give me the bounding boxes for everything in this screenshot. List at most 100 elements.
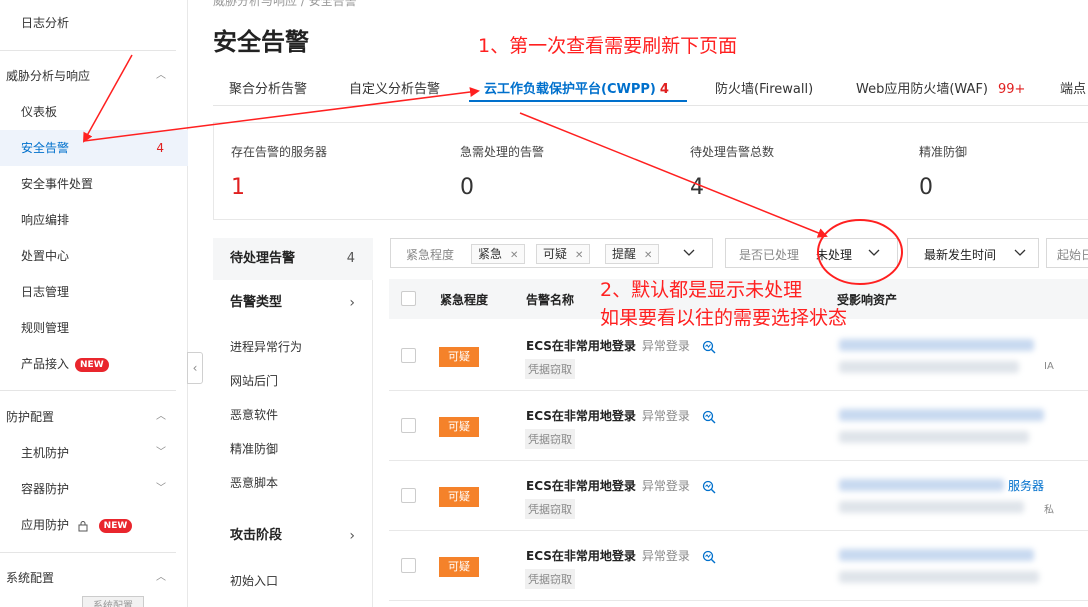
filter-type-item[interactable]: 网站后门 <box>230 372 278 389</box>
filter-type-item[interactable]: 进程异常行为 <box>230 338 302 355</box>
annotation-note-status-line2: 如果要看以往的需要选择状态 <box>600 307 848 329</box>
blurred-asset-name <box>839 549 1034 561</box>
urgency-chip[interactable]: 紧急 ✕ <box>471 244 526 264</box>
blurred-asset-name <box>839 479 1004 491</box>
row-checkbox[interactable] <box>401 418 416 433</box>
chevron-up-icon: ︿ <box>156 70 166 81</box>
urgency-filter[interactable]: 紧急程度 紧急 ✕ 可疑 ✕ 提醒 ✕ <box>390 238 713 268</box>
chevron-up-icon: ︿ <box>156 411 166 422</box>
sidebar-item-product-access[interactable]: 产品接入 NEW <box>0 346 188 382</box>
sidebar-item-host-protection[interactable]: 主机防护 ﹀ <box>0 435 188 471</box>
lock-icon <box>78 520 88 531</box>
urgency-tag: 可疑 <box>439 557 479 577</box>
sidebar-group-threat[interactable]: 威胁分析与响应 ︿ <box>0 58 188 94</box>
tab-custom-alerts[interactable]: 自定义分析告警 <box>349 78 440 97</box>
column-header-urgency[interactable]: 紧急程度 <box>440 291 488 308</box>
investigate-search-icon[interactable] <box>702 550 716 564</box>
start-date-input[interactable]: 起始日 <box>1046 238 1088 268</box>
investigate-search-icon[interactable] <box>702 480 716 494</box>
chevron-down-icon: ﹀ <box>156 447 166 458</box>
row-checkbox[interactable] <box>401 558 416 573</box>
sidebar-item-playbook[interactable]: 响应编排 <box>0 202 188 238</box>
close-icon[interactable]: ✕ <box>575 250 583 261</box>
column-header-name[interactable]: 告警名称 <box>526 291 574 308</box>
row-checkbox[interactable] <box>401 488 416 503</box>
stat-label-servers: 存在告警的服务器 <box>231 145 328 159</box>
sidebar-item-log-analysis[interactable]: 日志分析 <box>0 5 188 41</box>
select-all-checkbox[interactable] <box>401 291 416 306</box>
tab-waf[interactable]: Web应用防火墙(WAF) 99+ <box>856 78 1025 97</box>
table-row[interactable]: 可疑 ECS在非常用地登录 异常登录 凭据窃取 IA <box>389 321 1088 391</box>
blurred-asset-ip <box>839 431 1029 443</box>
alert-filter-panel: 待处理告警 4 告警类型 › 进程异常行为 网站后门 恶意软件 精准防御 恶意脚… <box>213 238 373 607</box>
asset-link[interactable]: 服务器 <box>1008 477 1044 494</box>
filter-attack-stage-header[interactable]: 攻击阶段 › <box>213 515 373 557</box>
stat-value-servers[interactable]: 1 <box>231 175 245 200</box>
filter-type-item[interactable]: 恶意脚本 <box>230 474 278 491</box>
sidebar-item-dashboard[interactable]: 仪表板 <box>0 94 188 130</box>
stat-label-pending: 待处理告警总数 <box>690 145 775 159</box>
tab-endpoint[interactable]: 端点 <box>1060 78 1086 97</box>
sidebar-group-system[interactable]: 系统配置 ︿ <box>0 560 188 596</box>
blurred-asset-name <box>839 409 1044 421</box>
tab-aggregated-alerts[interactable]: 聚合分析告警 <box>229 78 307 97</box>
row-checkbox[interactable] <box>401 348 416 363</box>
filter-pending-alerts[interactable]: 待处理告警 4 <box>213 238 373 280</box>
app-root: 日志分析 威胁分析与响应 ︿ 仪表板 安全告警 4 安全事件处置 响应编排 处置… <box>0 0 1088 607</box>
close-icon[interactable]: ✕ <box>510 250 518 261</box>
chevron-down-icon: ﹀ <box>156 483 166 494</box>
alert-category-tag: 凭据窃取 <box>525 569 575 589</box>
alert-name-link[interactable]: ECS在非常用地登录 异常登录 <box>526 547 716 564</box>
urgency-tag: 可疑 <box>439 417 479 437</box>
annotation-note-refresh: 1、第一次查看需要刷新下页面 <box>478 35 738 57</box>
tab-cwpp[interactable]: 云工作负载保护平台(CWPP) 4 <box>484 78 669 97</box>
sidebar-divider <box>0 552 176 553</box>
close-icon[interactable]: ✕ <box>644 250 652 261</box>
handled-status-select[interactable]: 是否已处理 未处理 <box>725 238 898 268</box>
active-tab-indicator <box>469 100 687 102</box>
filter-alert-type-header[interactable]: 告警类型 › <box>213 282 373 324</box>
alert-category-tag: 凭据窃取 <box>525 359 575 379</box>
tab-firewall[interactable]: 防火墙(Firewall) <box>715 78 813 97</box>
alert-count-badge: 4 <box>156 141 164 155</box>
alert-name-link[interactable]: ECS在非常用地登录 异常登录 <box>526 337 716 354</box>
urgency-chip[interactable]: 提醒 ✕ <box>605 244 660 264</box>
stat-value-precise[interactable]: 0 <box>919 175 933 200</box>
sidebar: 日志分析 威胁分析与响应 ︿ 仪表板 安全告警 4 安全事件处置 响应编排 处置… <box>0 0 188 607</box>
breadcrumb: 威胁分析与响应 / 安全告警 <box>213 0 357 8</box>
annotation-note-status-line1: 2、默认都是显示未处理 <box>600 279 803 301</box>
urgency-tag: 可疑 <box>439 347 479 367</box>
table-row[interactable]: 可疑 ECS在非常用地登录 异常登录 凭据窃取 服务器 私 <box>389 461 1088 531</box>
investigate-search-icon[interactable] <box>702 410 716 424</box>
sidebar-item-handling-center[interactable]: 处置中心 <box>0 238 188 274</box>
table-row[interactable]: 可疑 ECS在非常用地登录 异常登录 凭据窃取 <box>389 391 1088 461</box>
filter-type-item[interactable]: 恶意软件 <box>230 406 278 423</box>
alert-name-link[interactable]: ECS在非常用地登录 异常登录 <box>526 477 716 494</box>
chevron-down-icon <box>1014 249 1026 256</box>
sidebar-item-app-protection[interactable]: 应用防护 NEW <box>0 507 188 543</box>
alert-name-link[interactable]: ECS在非常用地登录 异常登录 <box>526 407 716 424</box>
filter-type-item[interactable]: 精准防御 <box>230 440 278 457</box>
chevron-up-icon: ︿ <box>156 572 166 583</box>
sidebar-item-container-protection[interactable]: 容器防护 ﹀ <box>0 471 188 507</box>
sidebar-item-incident-handling[interactable]: 安全事件处置 <box>0 166 188 202</box>
new-badge: NEW <box>98 518 133 533</box>
sidebar-item-rule-management[interactable]: 规则管理 <box>0 310 188 346</box>
stat-value-pending[interactable]: 4 <box>690 175 704 200</box>
sidebar-item-log-management[interactable]: 日志管理 <box>0 274 188 310</box>
investigate-search-icon[interactable] <box>702 340 716 354</box>
sort-select[interactable]: 最新发生时间 <box>907 238 1039 268</box>
urgency-tag: 可疑 <box>439 487 479 507</box>
chevron-down-icon <box>683 249 695 256</box>
table-row[interactable]: 可疑 ECS在非常用地登录 异常登录 凭据窃取 <box>389 531 1088 601</box>
sidebar-divider <box>0 390 176 391</box>
urgency-chip[interactable]: 可疑 ✕ <box>536 244 591 264</box>
blurred-asset-ip <box>839 571 1039 583</box>
system-config-tooltip: 系统配置 <box>82 596 144 607</box>
sidebar-collapse-button[interactable]: ‹ <box>187 352 203 384</box>
stat-value-urgent[interactable]: 0 <box>460 175 474 200</box>
sidebar-item-security-alerts[interactable]: 安全告警 4 <box>0 130 188 166</box>
page-title: 安全告警 <box>213 28 309 56</box>
sidebar-group-protection[interactable]: 防护配置 ︿ <box>0 399 188 435</box>
filter-stage-item[interactable]: 初始入口 <box>230 572 278 589</box>
